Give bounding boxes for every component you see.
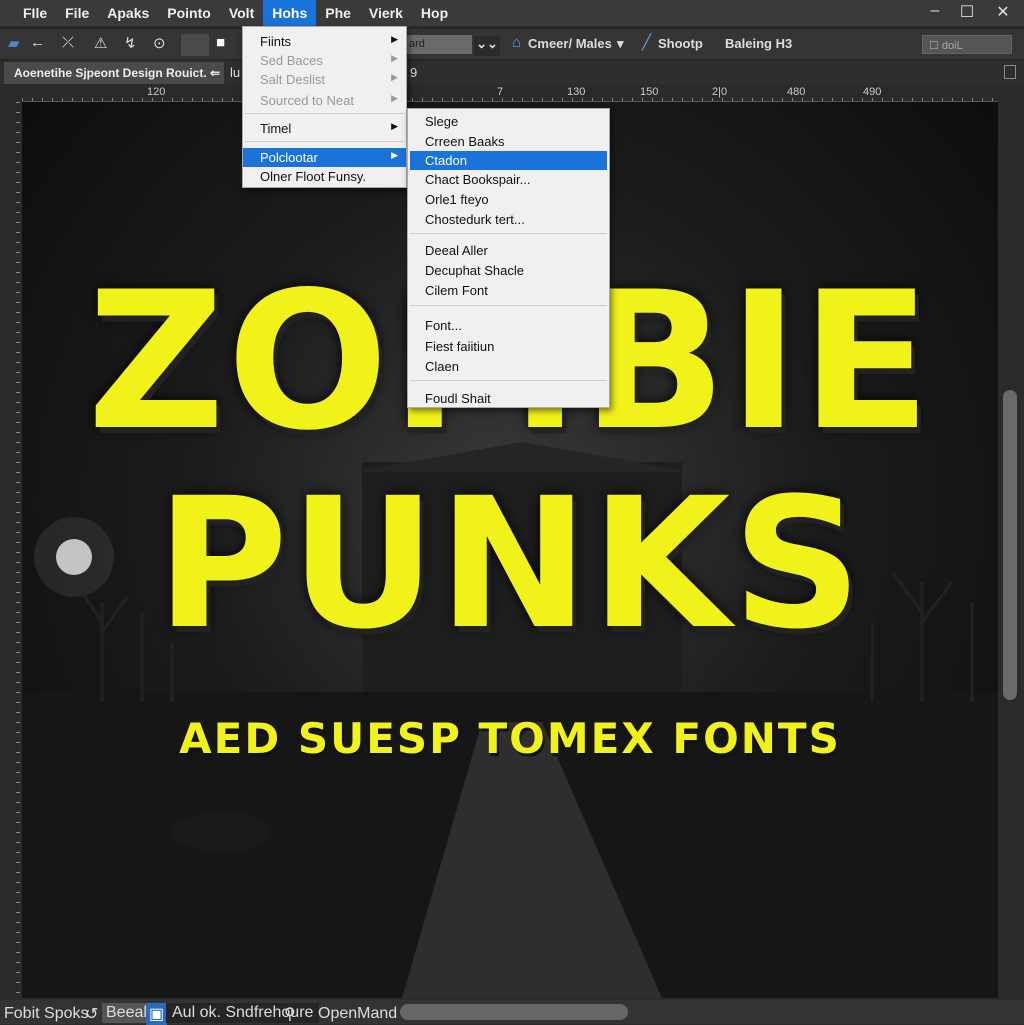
panel-menu-icon[interactable] xyxy=(1004,65,1016,79)
maximize-button[interactable]: ☐ xyxy=(952,2,982,22)
submenu-item[interactable]: Slege xyxy=(408,112,609,131)
menu-separator xyxy=(245,141,404,142)
ruler-label: 2|0 xyxy=(712,86,728,98)
lock-icon[interactable]: ■ xyxy=(216,34,225,51)
submenu-arrow-icon: ▶ xyxy=(391,34,398,44)
tab-document[interactable]: Aoenetihe Sjpeont Design Rouict. ⇐ xyxy=(4,62,224,84)
tab-second[interactable]: lu xyxy=(230,65,240,80)
submenu-item[interactable]: Claen xyxy=(408,357,609,376)
font-dropdown[interactable]: ard xyxy=(407,35,472,54)
item-label: Sed Baces xyxy=(260,53,323,68)
menu-separator xyxy=(410,233,607,234)
submenu-arrow-icon: ▶ xyxy=(391,93,398,103)
menu-bar: FIle File Apaks Pointo Volt Hohs Phe Vie… xyxy=(0,0,1024,26)
camera-icon: ⌂ xyxy=(512,34,522,51)
submenu-item[interactable]: Crreen Baaks xyxy=(408,132,609,151)
menu-item-sed-baces[interactable]: Sed Baces ▶ xyxy=(243,51,406,70)
ruler-label: 150 xyxy=(640,86,659,98)
submenu-item[interactable]: Orle1 fteyo xyxy=(408,190,609,209)
menu-hohs[interactable]: Hohs xyxy=(263,0,317,26)
status-info: Aul ok. Sndfrehoure xyxy=(166,1003,320,1023)
submenu-item[interactable]: Foudl Shait xyxy=(408,389,609,408)
menu-volt[interactable]: Volt xyxy=(220,0,263,26)
submenu-item[interactable]: Font... xyxy=(408,316,609,335)
menu-separator xyxy=(410,305,607,306)
submenu-item[interactable]: Chact Bookspair... xyxy=(408,170,609,189)
vertical-ruler xyxy=(0,102,20,998)
search-value: doiL xyxy=(941,40,963,52)
back-arrow-icon[interactable]: ← xyxy=(30,34,45,51)
submenu-item[interactable]: Cilem Font xyxy=(408,281,609,300)
item-label: Polclootar xyxy=(260,150,318,165)
menu-item-sourced-to-neat[interactable]: Sourced to Neat ▶ xyxy=(243,91,406,110)
undo-icon[interactable]: ↺ xyxy=(85,1004,98,1024)
close-button[interactable]: ✕ xyxy=(988,2,1018,22)
submenu-item[interactable]: Deeal Aller xyxy=(408,241,609,260)
menu-item-salt-deslist[interactable]: Salt Deslist ▶ xyxy=(243,70,406,89)
folder-icon[interactable]: ▰ xyxy=(8,34,20,52)
menu-pointo[interactable]: Pointo xyxy=(158,0,220,26)
baking-dropdown[interactable]: Baleing H3 xyxy=(725,36,792,51)
layer-icon[interactable]: ▣ xyxy=(146,1003,168,1025)
submenu-arrow-icon: ▶ xyxy=(391,72,398,82)
shoot-button[interactable]: Shootp xyxy=(658,36,703,51)
menu-separator xyxy=(245,113,404,114)
menu-item-polclootar[interactable]: Polclootar ▶ xyxy=(243,148,406,167)
polclootar-submenu: Slege Crreen Baaks Ctadon Chact Bookspai… xyxy=(407,108,610,408)
brush-icon: ╱ xyxy=(642,34,652,51)
scrollbar-thumb[interactable] xyxy=(1003,390,1017,700)
horizontal-scrollbar[interactable] xyxy=(400,1004,628,1020)
subtitle-text[interactable]: AED SUESP TOMEX FONTS xyxy=(22,714,998,764)
menu-file-2[interactable]: File xyxy=(56,0,98,26)
triangle-icon[interactable]: ⚠ xyxy=(94,34,107,52)
menu-item-timel[interactable]: Timel ▶ xyxy=(243,119,406,138)
ruler-label: 130 xyxy=(567,86,586,98)
submenu-arrow-icon: ▶ xyxy=(391,150,398,160)
submenu-item-highlighted[interactable]: Ctadon xyxy=(410,151,607,170)
submenu-arrow-icon: ▶ xyxy=(391,121,398,131)
type-tool-button[interactable] xyxy=(181,34,209,56)
item-label: Fiints xyxy=(260,34,292,49)
chevron-down-icon[interactable]: ⌄⌄ xyxy=(474,36,500,56)
pen-icon[interactable]: ↯ xyxy=(124,34,137,52)
menu-file-1[interactable]: FIle xyxy=(14,0,56,26)
menu-item-fiints[interactable]: Fiints ▶ xyxy=(243,32,406,51)
hohs-menu: Fiints ▶ Sed Baces ▶ Salt Deslist ▶ Sourced… xyxy=(242,26,407,188)
ruler-label: 7 xyxy=(497,86,504,98)
ruler-label: 490 xyxy=(863,86,882,98)
ruler-label: 480 xyxy=(787,86,806,98)
transform-icon[interactable]: ⤫ xyxy=(62,34,74,51)
item-label: Olner Floot Funsy. xyxy=(260,169,366,184)
menu-apaks[interactable]: Apaks xyxy=(98,0,158,26)
minimize-button[interactable]: – xyxy=(920,2,950,20)
mode-button[interactable]: Beeal xyxy=(102,1003,151,1023)
horizontal-ruler xyxy=(22,86,998,102)
item-label: Timel xyxy=(260,121,292,136)
item-label: Sourced to Neat xyxy=(260,93,354,108)
menu-phe[interactable]: Phe xyxy=(316,0,360,26)
submenu-item[interactable]: Fiest faiitiun xyxy=(408,337,609,356)
tab-label: Aoenetihe Sjpeont Design Rouict. xyxy=(14,66,207,80)
circle-icon[interactable]: ⊙ xyxy=(153,34,166,52)
item-label: Salt Deslist xyxy=(260,72,326,87)
title-line-punks[interactable]: PUNKS xyxy=(22,470,998,660)
status-right: OpenMand xyxy=(318,1005,398,1022)
ruler-label: 120 xyxy=(147,86,166,98)
submenu-item[interactable]: Chostedurk tert... xyxy=(408,210,609,229)
caret-icon: ▾ xyxy=(617,36,624,51)
menu-vierk[interactable]: Vierk xyxy=(360,0,412,26)
tab-third[interactable]: 9 xyxy=(410,65,417,80)
submenu-item[interactable]: Decuphat Shacle xyxy=(408,261,609,280)
submenu-arrow-icon: ▶ xyxy=(391,53,398,63)
menu-item-olner-floot-funsy[interactable]: Olner Floot Funsy. xyxy=(243,167,406,186)
search-input[interactable]: ☐ doiL xyxy=(922,35,1012,54)
menu-separator xyxy=(410,380,607,381)
menu-hop[interactable]: Hop xyxy=(412,0,457,26)
status-left: Fobit Spoks xyxy=(4,1005,89,1022)
mic-icon[interactable]: ⚲ xyxy=(284,1004,296,1024)
camera-dropdown[interactable]: Cmeer/ Males xyxy=(528,36,612,51)
